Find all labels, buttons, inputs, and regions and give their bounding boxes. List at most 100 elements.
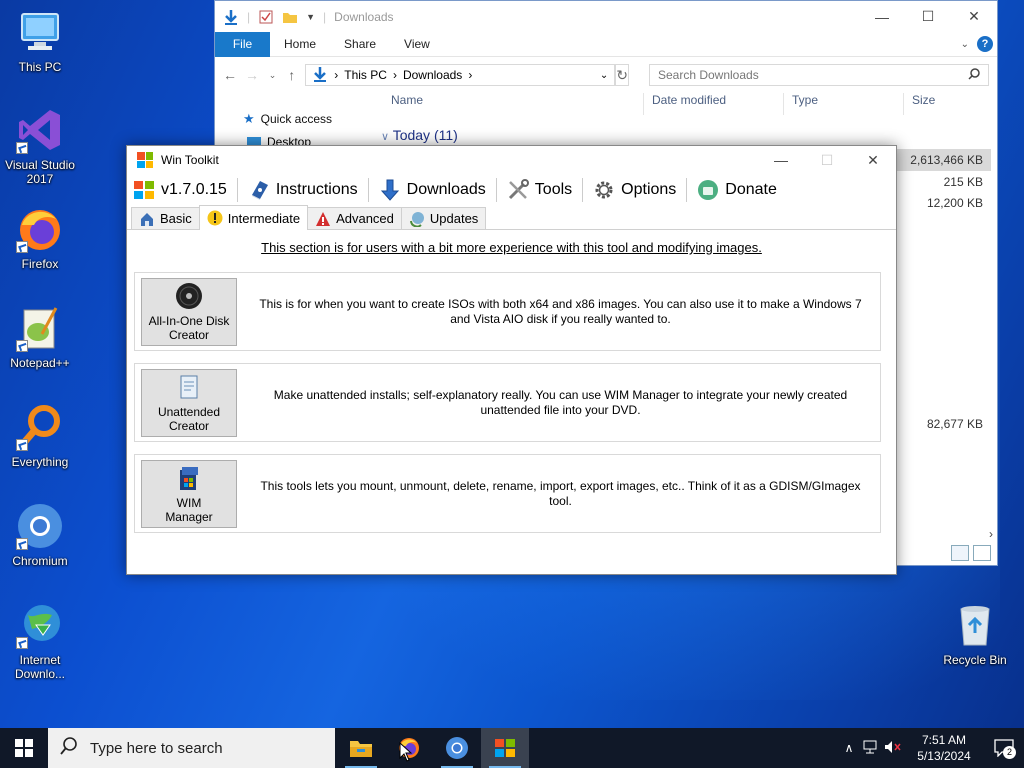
maximize-button[interactable]: ☐ — [804, 145, 850, 175]
explorer-titlebar[interactable]: | ▼ | Downloads — ☐ ✕ — [215, 1, 997, 32]
ribbon-tabs: File Home Share View ⌄ ? — [215, 31, 997, 57]
disc-icon — [175, 282, 203, 310]
close-button[interactable]: ✕ — [850, 145, 896, 175]
download-arrow-icon[interactable] — [223, 9, 239, 25]
donate-icon — [697, 179, 719, 201]
minimize-button[interactable]: — — [758, 145, 804, 175]
ribbon-tab-file[interactable]: File — [215, 31, 270, 57]
taskbar-win-toolkit[interactable] — [481, 728, 529, 768]
new-folder-icon[interactable] — [282, 9, 298, 25]
desktop-icon-visual-studio[interactable]: Visual Studio 2017 — [2, 106, 78, 186]
wim-manager-button[interactable]: WIM Manager — [141, 459, 237, 528]
desktop-icon-chromium[interactable]: Chromium — [2, 502, 78, 568]
search-input[interactable]: Search Downloads — [658, 68, 968, 82]
menu-options[interactable]: Options — [583, 176, 686, 204]
view-toggle — [951, 545, 991, 561]
up-arrow-icon[interactable]: ↑ — [286, 67, 297, 83]
shortcut-arrow-icon — [16, 241, 28, 253]
windows-flag-icon — [495, 739, 515, 757]
search-box[interactable]: Search Downloads — [648, 64, 989, 86]
address-bar[interactable]: › This PC › Downloads › ⌄ — [305, 64, 616, 86]
column-name[interactable]: Name — [383, 93, 643, 115]
recent-locations-icon[interactable]: ⌄ — [267, 70, 278, 81]
address-dropdown-icon[interactable]: ⌄ — [600, 70, 608, 81]
nav-quick-access[interactable]: ★ Quick access — [243, 111, 332, 127]
network-icon[interactable] — [860, 740, 882, 757]
help-icon[interactable]: ? — [977, 36, 993, 52]
menu-tools[interactable]: Tools — [497, 176, 582, 204]
ribbon-tab-home[interactable]: Home — [270, 37, 330, 51]
tab-basic[interactable]: Basic — [131, 207, 200, 229]
file-size: 82,677 KB — [926, 417, 983, 431]
search-icon — [968, 67, 980, 83]
desktop-icon-this-pc[interactable]: This PC — [2, 8, 78, 74]
taskbar-search-input[interactable]: Type here to search — [90, 740, 223, 757]
minimize-button[interactable]: — — [859, 2, 905, 32]
scroll-right-arrow-icon[interactable]: › — [989, 527, 993, 541]
desktop-icon-label: Firefox — [21, 257, 59, 271]
taskbar-chromium[interactable] — [433, 728, 481, 768]
tab-advanced[interactable]: Advanced — [307, 207, 402, 229]
wtk-titlebar[interactable]: Win Toolkit — ☐ ✕ — [127, 146, 896, 174]
aio-disk-creator-button[interactable]: All-In-One Disk Creator — [141, 277, 237, 346]
properties-checkbox-icon[interactable] — [258, 9, 274, 25]
file-size: 12,200 KB — [926, 196, 983, 210]
taskbar-firefox[interactable] — [385, 728, 433, 768]
forward-arrow-icon[interactable]: → — [245, 67, 259, 83]
ribbon-tab-view[interactable]: View — [390, 37, 444, 51]
quick-access-toolbar: | ▼ | Downloads — [223, 9, 394, 25]
breadcrumb-downloads[interactable]: Downloads — [403, 68, 462, 82]
desktop-icon-internet-download-manager[interactable]: Internet Downlo... — [2, 601, 78, 681]
downloads-folder-icon — [312, 66, 328, 85]
windows-box-icon — [175, 464, 203, 492]
desktop-icon-label: Notepad++ — [10, 356, 70, 370]
idm-globe-icon — [16, 601, 64, 649]
column-date-modified[interactable]: Date modified — [643, 93, 783, 115]
win-toolkit-window[interactable]: Win Toolkit — ☐ ✕ v1.7.0.15 Instructions… — [126, 145, 897, 575]
unattended-creator-button[interactable]: Unattended Creator — [141, 368, 237, 437]
mouse-cursor-icon — [399, 742, 413, 762]
desktop-icon-firefox[interactable]: Firefox — [2, 205, 78, 271]
close-button[interactable]: ✕ — [951, 2, 997, 32]
warning-exclamation-icon — [207, 210, 223, 226]
desktop-icon-recycle-bin[interactable]: Recycle Bin — [937, 601, 1013, 667]
back-arrow-icon[interactable]: ← — [223, 67, 237, 83]
group-header-today[interactable]: ∨ Today (11) — [381, 127, 458, 143]
details-view-icon[interactable] — [951, 545, 969, 561]
update-globe-icon — [409, 211, 425, 228]
desktop-icon-everything[interactable]: Everything — [2, 403, 78, 469]
large-icons-view-icon[interactable] — [973, 545, 991, 561]
menu-downloads[interactable]: Downloads — [369, 176, 496, 204]
desktop-icon-label: Visual Studio 2017 — [5, 158, 75, 186]
column-type[interactable]: Type — [783, 93, 903, 115]
desktop-icon-label: Everything — [11, 455, 69, 469]
refresh-icon[interactable]: ↻ — [615, 64, 629, 86]
taskbar-clock[interactable]: 7:51 AM 5/13/2024 — [904, 732, 984, 764]
maximize-button[interactable]: ☐ — [905, 2, 951, 32]
file-size: 2,613,466 KB — [910, 153, 983, 167]
tab-intermediate[interactable]: Intermediate — [198, 205, 309, 230]
volume-muted-icon[interactable] — [882, 740, 904, 757]
ribbon-tab-share[interactable]: Share — [330, 37, 390, 51]
tool-card-unattended: Unattended Creator Make unattended insta… — [134, 363, 881, 442]
tool-card-wim: WIM Manager This tools lets you mount, u… — [134, 454, 881, 533]
qat-dropdown-icon[interactable]: ▼ — [306, 12, 315, 22]
start-button[interactable] — [0, 728, 48, 768]
document-scroll-icon — [175, 373, 203, 401]
action-center-button[interactable]: 2 — [984, 739, 1024, 759]
desktop-icon-notepadpp[interactable]: Notepad++ — [2, 304, 78, 370]
menu-instructions[interactable]: Instructions — [238, 176, 368, 204]
show-hidden-icons-chevron-icon[interactable]: ∧ — [838, 741, 860, 755]
tab-updates[interactable]: Updates — [400, 207, 487, 229]
menu-donate[interactable]: Donate — [687, 176, 787, 204]
notepadpp-icon — [16, 304, 64, 352]
taskbar-search-box[interactable]: Type here to search — [48, 728, 335, 768]
file-size: 215 KB — [943, 175, 983, 189]
section-intro-text: This section is for users with a bit mor… — [261, 240, 762, 255]
tools-wrench-icon — [507, 179, 529, 201]
breadcrumb-this-pc[interactable]: This PC — [344, 68, 387, 82]
taskbar-file-explorer[interactable] — [337, 728, 385, 768]
ribbon-expand-icon[interactable]: ⌄ — [961, 39, 969, 50]
column-size[interactable]: Size — [903, 93, 983, 115]
tool-description: Make unattended installs; self-explanato… — [273, 387, 848, 417]
